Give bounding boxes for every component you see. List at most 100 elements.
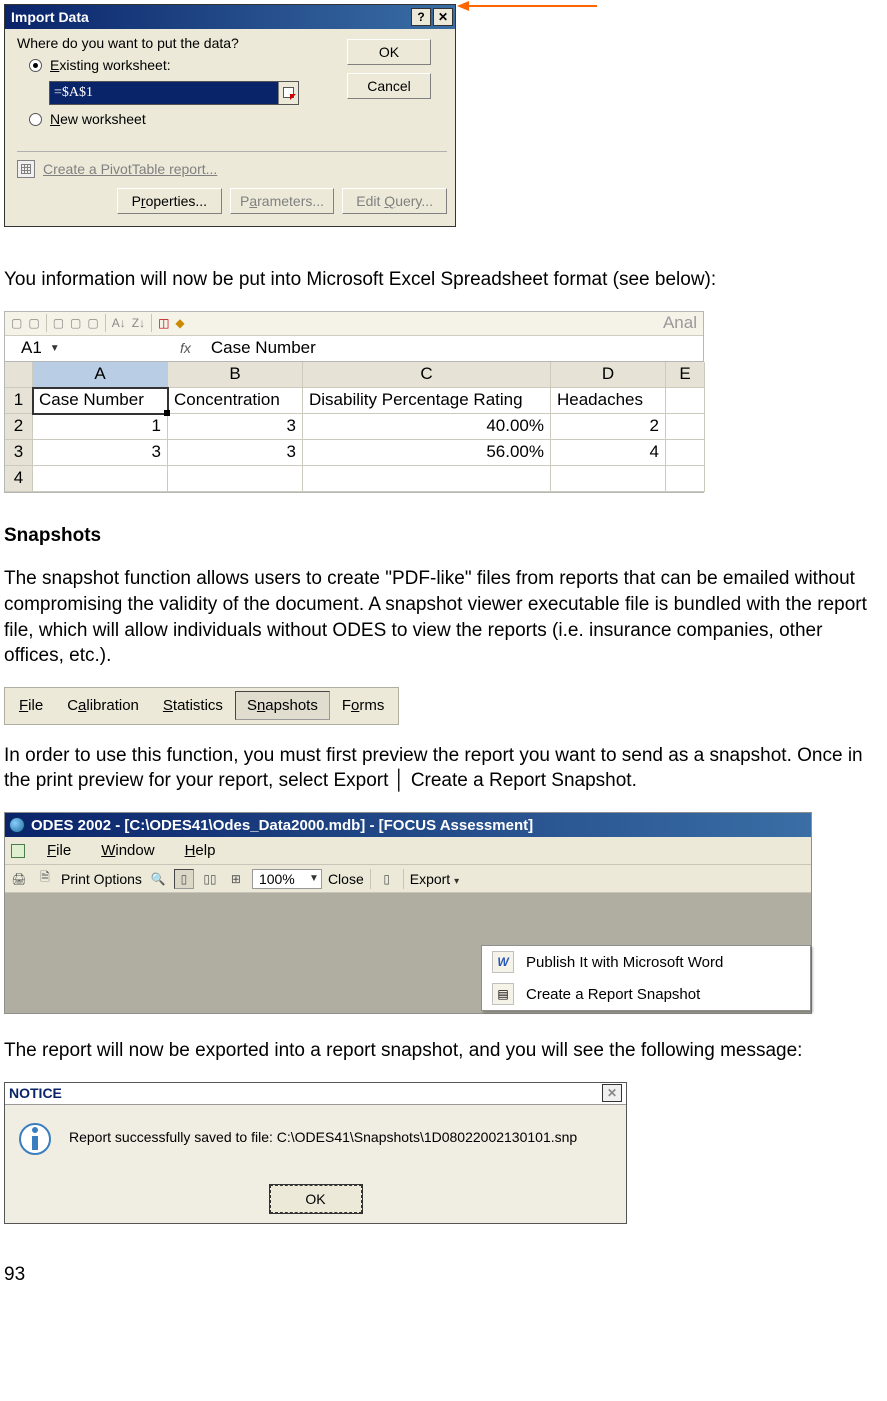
radio-new-worksheet[interactable]: New worksheet (29, 111, 347, 127)
menu-item[interactable]: Statistics (151, 691, 235, 720)
app-icon (9, 817, 25, 833)
col-header[interactable]: E (666, 362, 705, 388)
import-data-dialog: Import Data ? ✕ Where do you want to put… (4, 4, 456, 227)
print-options-label[interactable]: Print Options (61, 871, 142, 887)
toolbar-text: Anal (663, 313, 697, 333)
cell[interactable] (303, 466, 551, 492)
row-header[interactable]: 2 (5, 414, 33, 440)
odes-toolbar: 🖨 🗎 Print Options 🔍 ▯ ▯▯ ⊞ 100% ▼ Close … (5, 865, 811, 893)
notice-title-bar: NOTICE ✕ (5, 1083, 626, 1105)
cell[interactable] (666, 388, 705, 414)
range-picker-button[interactable] (278, 82, 298, 104)
multi-page-button[interactable]: ⊞ (226, 869, 246, 889)
cell[interactable]: 4 (551, 440, 666, 466)
cell[interactable]: 56.00% (303, 440, 551, 466)
one-page-button[interactable]: ▯ (174, 869, 194, 889)
toolbar-icon: ▢ (11, 316, 22, 330)
two-page-button[interactable]: ▯▯ (200, 869, 220, 889)
dialog-title: Import Data (11, 9, 89, 25)
cell[interactable]: Headaches (551, 388, 666, 414)
row-header[interactable]: 4 (5, 466, 33, 492)
ok-button[interactable]: OK (347, 39, 431, 65)
body-text: You information will now be put into Mic… (4, 267, 879, 293)
cell[interactable]: 3 (168, 414, 303, 440)
notice-title: NOTICE (9, 1085, 62, 1101)
chevron-down-icon: ▼ (309, 873, 319, 884)
chart-icon: ◫ (158, 316, 169, 330)
create-pivot-link[interactable]: Create a PivotTable report... (17, 160, 447, 178)
help-button[interactable]: ? (411, 8, 431, 26)
toolbar-icon: ▢ (28, 316, 39, 330)
menu-item[interactable]: File (7, 691, 55, 720)
name-box[interactable]: A1 ▼ (5, 338, 110, 358)
dialog-prompt: Where do you want to put the data? (17, 35, 347, 51)
cell[interactable]: 3 (168, 440, 303, 466)
pivot-table-icon (17, 160, 35, 178)
close-button[interactable]: ✕ (433, 8, 453, 26)
menu-item[interactable]: Snapshots (235, 691, 330, 720)
cell[interactable]: 2 (551, 414, 666, 440)
zoom-icon[interactable]: 🔍 (148, 869, 168, 889)
close-button[interactable]: ✕ (602, 1084, 622, 1102)
col-header[interactable]: B (168, 362, 303, 388)
print-options-icon[interactable]: 🗎 (35, 869, 55, 889)
col-header[interactable]: A (33, 362, 168, 388)
cell[interactable]: Disability Percentage Rating (303, 388, 551, 414)
excel-screenshot: ▢ ▢ ▢ ▢ ▢ A↓ Z↓ ◫ ◆ Anal A1 ▼ fx Case Nu… (4, 311, 704, 493)
radio-icon (29, 59, 42, 72)
cell[interactable] (551, 466, 666, 492)
col-header[interactable]: D (551, 362, 666, 388)
formula-bar: A1 ▼ fx Case Number (5, 336, 703, 362)
close-button[interactable]: Close (328, 871, 364, 887)
page-icon[interactable]: ▯ (377, 869, 397, 889)
cell[interactable] (666, 466, 705, 492)
toolbar-icon: ▢ (70, 316, 81, 330)
menu-item[interactable]: Forms (330, 691, 397, 720)
fill-handle-icon[interactable] (164, 410, 170, 416)
divider (17, 151, 447, 152)
row-header[interactable]: 3 (5, 440, 33, 466)
menu-item[interactable]: File (33, 838, 85, 863)
export-dropdown: W Publish It with Microsoft Word ▤ Creat… (481, 945, 811, 1011)
grid-corner[interactable] (5, 362, 33, 388)
export-button[interactable]: Export ▾ (410, 871, 459, 887)
word-icon: W (492, 951, 514, 973)
odes-window: ODES 2002 - [C:\ODES41\Odes_Data2000.mdb… (4, 812, 812, 1014)
cell[interactable]: 1 (33, 414, 168, 440)
print-icon[interactable]: 🖨 (9, 869, 29, 889)
radio-existing-worksheet[interactable]: Existing worksheet: (29, 57, 347, 73)
cell[interactable] (666, 440, 705, 466)
cell[interactable] (666, 414, 705, 440)
toolbar-icon: ◆ (175, 316, 184, 330)
menu-item[interactable]: Window (87, 838, 168, 863)
window-title-bar: ODES 2002 - [C:\ODES41\Odes_Data2000.mdb… (5, 813, 811, 837)
col-header[interactable]: C (303, 362, 551, 388)
cell[interactable]: Concentration (168, 388, 303, 414)
cancel-button[interactable]: Cancel (347, 73, 431, 99)
menu-item[interactable]: Calibration (55, 691, 151, 720)
cell[interactable]: 3 (33, 440, 168, 466)
menu-item[interactable]: Help (171, 838, 230, 863)
cell-reference-input[interactable] (50, 82, 278, 104)
ok-button[interactable]: OK (270, 1185, 362, 1213)
row-header[interactable]: 1 (5, 388, 33, 414)
cell[interactable] (168, 466, 303, 492)
radio-icon (29, 113, 42, 126)
form-icon (11, 844, 25, 858)
cell[interactable]: 40.00% (303, 414, 551, 440)
toolbar-icon: ▢ (53, 316, 64, 330)
cell[interactable] (33, 466, 168, 492)
page-number: 93 (4, 1264, 879, 1286)
preview-area: W Publish It with Microsoft Word ▤ Creat… (5, 893, 811, 1013)
excel-toolbar: ▢ ▢ ▢ ▢ ▢ A↓ Z↓ ◫ ◆ Anal (5, 312, 703, 336)
menubar-screenshot: FileCalibrationStatisticsSnapshotsForms (4, 687, 399, 725)
dialog-title-bar: Import Data ? ✕ (5, 5, 455, 29)
menu-item-create-snapshot[interactable]: ▤ Create a Report Snapshot (482, 978, 810, 1010)
cell[interactable]: Case Number (33, 388, 168, 414)
properties-button[interactable]: Properties... (117, 188, 222, 214)
window-title: ODES 2002 - [C:\ODES41\Odes_Data2000.mdb… (31, 817, 533, 834)
chevron-down-icon: ▼ (50, 343, 60, 354)
info-icon (19, 1123, 51, 1155)
menu-item-publish-word[interactable]: W Publish It with Microsoft Word (482, 946, 810, 978)
zoom-combo[interactable]: 100% ▼ (252, 869, 322, 889)
